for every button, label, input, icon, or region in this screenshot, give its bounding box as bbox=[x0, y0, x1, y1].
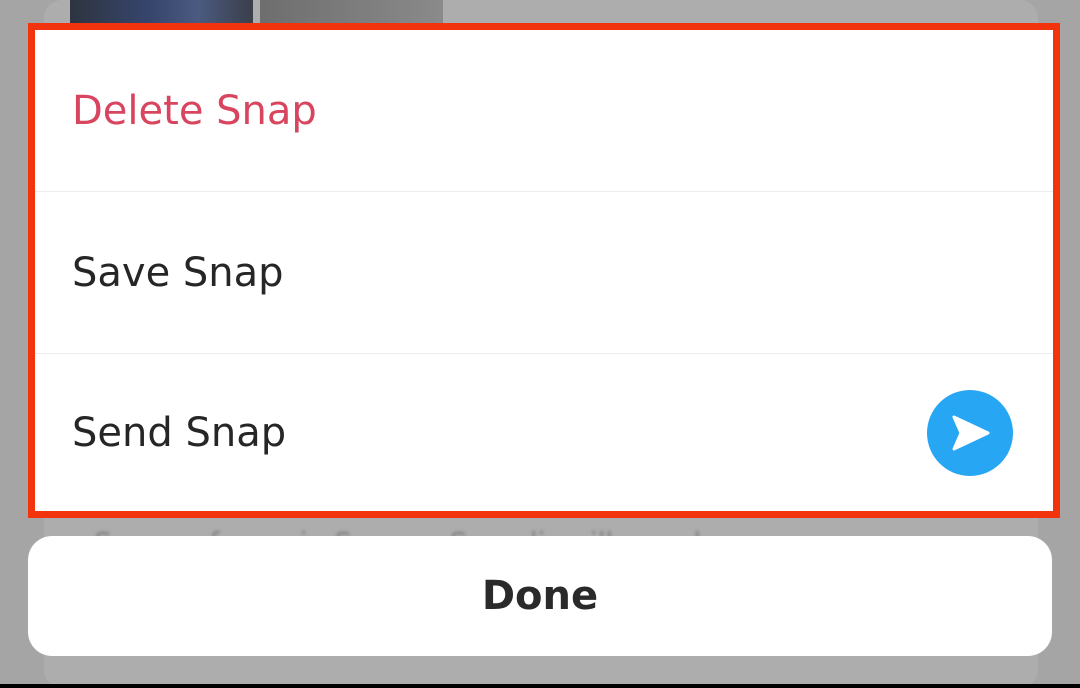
action-sheet: Delete Snap Save Snap Send Snap bbox=[28, 23, 1060, 518]
snap-thumbnail bbox=[70, 0, 253, 24]
send-snap-label: Send Snap bbox=[72, 409, 287, 456]
delete-snap-button[interactable]: Delete Snap bbox=[35, 30, 1053, 191]
done-button[interactable]: Done bbox=[28, 536, 1052, 656]
delete-snap-label: Delete Snap bbox=[72, 87, 317, 134]
done-label: Done bbox=[481, 573, 599, 619]
save-snap-button[interactable]: Save Snap bbox=[35, 192, 1053, 353]
obscured-caption: S f i S S li ill l bbox=[94, 521, 954, 537]
snap-thumbnail bbox=[260, 0, 443, 24]
bottom-edge bbox=[0, 684, 1080, 688]
send-arrow-icon[interactable] bbox=[927, 389, 1013, 476]
save-snap-label: Save Snap bbox=[72, 249, 284, 296]
send-snap-button[interactable]: Send Snap bbox=[35, 354, 1053, 511]
